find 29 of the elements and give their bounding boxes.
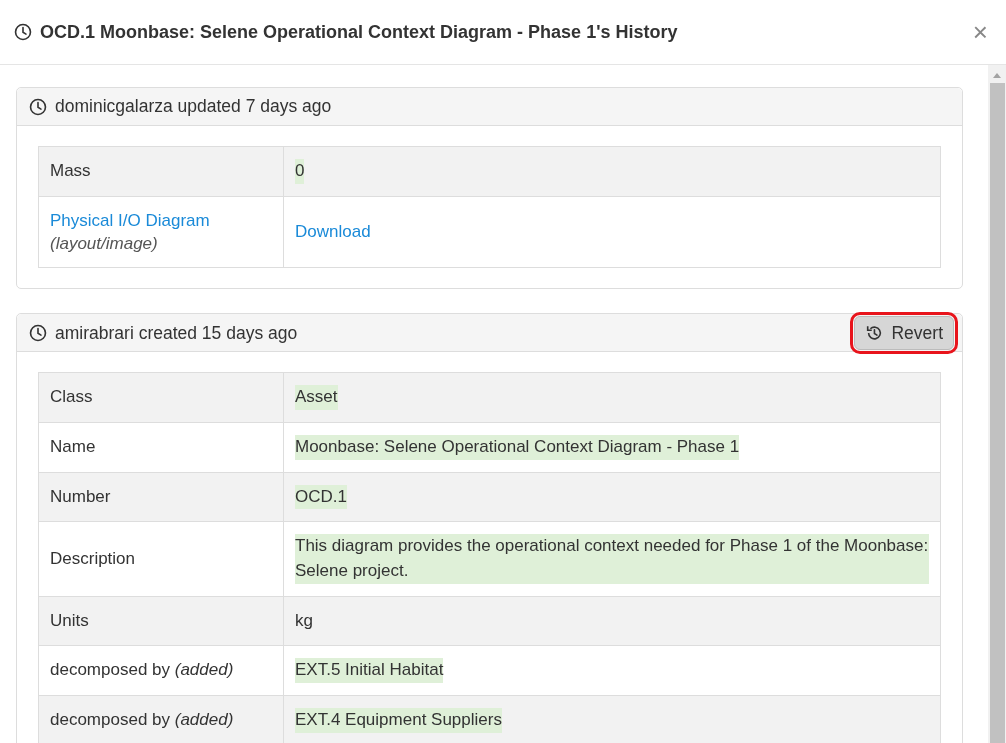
clock-icon: [29, 97, 47, 116]
entry-summary: dominicgalarza updated 7 days ago: [55, 95, 332, 119]
dialog-title: OCD.1 Moonbase: Selene Operational Context Diagram - Phase 1's History: [40, 20, 678, 44]
attribute-value: EXT.5 Initial Habitat: [295, 658, 444, 683]
attribute-label: Units: [50, 610, 89, 630]
attribute-value: OCD.1: [295, 484, 347, 510]
clock-icon: [29, 323, 47, 342]
attribute-value: Moonbase: Selene Operational Context Diagram - Phase 1: [295, 435, 740, 460]
download-link[interactable]: Download: [295, 221, 371, 241]
history-icon: [865, 323, 884, 342]
attribute-link[interactable]: Physical I/O Diagram: [50, 210, 210, 230]
scrollbar[interactable]: [988, 65, 1006, 743]
attribute-value: 0: [295, 159, 305, 184]
attribute-value: kg: [295, 609, 313, 632]
attribute-value: This diagram provides the operational context needed for Phase 1 of the Moonbase: Selene project.: [295, 534, 929, 584]
scroll-up-icon[interactable]: [992, 71, 1002, 79]
attribute-label: decomposed by (added): [50, 709, 234, 729]
attribute-value: EXT.4 Equipment Suppliers: [295, 707, 502, 733]
attribute-value: Asset: [295, 385, 338, 410]
entry-summary: amirabrari created 15 days ago: [55, 321, 298, 345]
attribute-label: Class: [50, 387, 93, 407]
attribute-label: Description: [50, 548, 136, 568]
attribute-label: Mass: [50, 161, 91, 180]
attribute-label: Name: [50, 437, 96, 456]
clock-icon: [14, 23, 32, 41]
attribute-type: (layout/image): [50, 233, 159, 256]
attribute-label: Number: [50, 486, 111, 506]
close-button[interactable]: ×: [968, 19, 992, 45]
attribute-label: decomposed by (added): [50, 660, 234, 680]
